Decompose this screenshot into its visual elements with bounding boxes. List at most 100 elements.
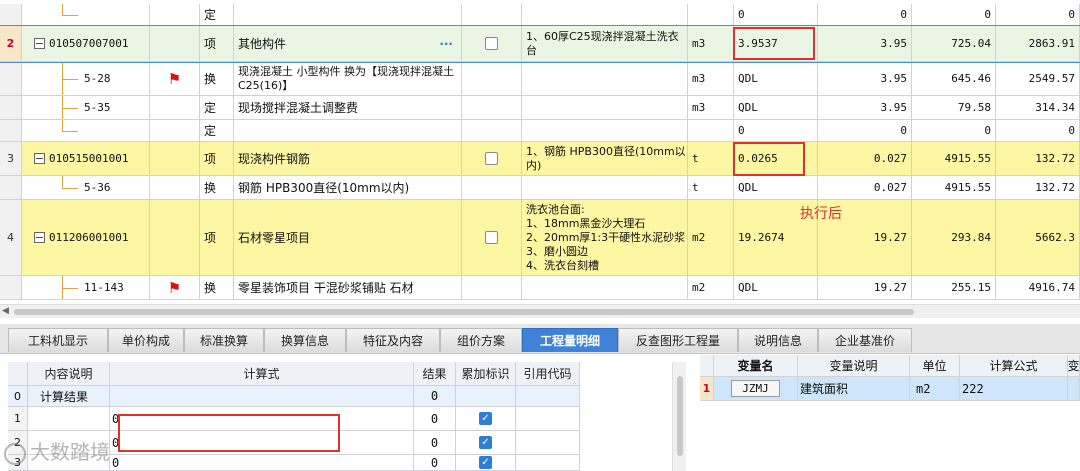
scrollbar-thumb[interactable] [14, 309, 914, 315]
ref-code-cell[interactable] [516, 455, 580, 471]
feature-cell[interactable] [522, 96, 688, 120]
tab-reverse-lookup[interactable]: 反查图形工程量 [618, 328, 738, 352]
tab-features[interactable]: 特征及内容 [346, 328, 440, 352]
unit-price-cell: 0 [912, 4, 996, 26]
feature-cell[interactable] [522, 62, 688, 96]
table-row[interactable]: 3 − 010515001001 项 现浇构件钢筋 1、钢筋 HPB300直径(… [0, 142, 1080, 176]
table-row-selected[interactable]: 2 − 010507007001 项 其他构件 ··· 1、60厚C25现浇拌混… [0, 25, 1080, 63]
table-row[interactable]: 5-35 定 现场搅拌混凝土调整费 m3 QDL 3.95 79.58 314.… [0, 96, 1080, 120]
tab-enterprise-baseline[interactable]: 企业基准价 [818, 328, 912, 352]
checkbox-cell [462, 4, 522, 26]
name-cell[interactable]: 现浇混凝土 小型构件 换为【现浇现拌混凝土C25(16)】 [234, 62, 462, 96]
horizontal-scrollbar[interactable]: ◀ [0, 304, 1080, 318]
accumulate-cell[interactable]: ✓ [456, 431, 516, 455]
name-cell[interactable]: 钢筋 HPB300直径(10mm以内) [234, 176, 462, 200]
code-cell[interactable]: − 010515001001 [22, 142, 150, 176]
col-ref-code-header: 引用代码 [516, 362, 580, 386]
collapse-icon[interactable]: − [34, 153, 45, 164]
tab-conversion-info[interactable]: 换算信息 [264, 328, 346, 352]
code-cell[interactable]: 5-28 [22, 62, 150, 96]
code-cell[interactable]: 5-35 [22, 96, 150, 120]
expression-cell[interactable]: QDL [734, 96, 818, 120]
table-row[interactable]: 定 0 0 0 0 [0, 4, 1080, 26]
feature-cell[interactable]: 1、钢筋 HPB300直径(10mm以内) [522, 142, 688, 176]
scroll-left-icon[interactable]: ◀ [2, 306, 9, 316]
table-row[interactable]: 5-36 换 钢筋 HPB300直径(10mm以内) t QDL 0.027 4… [0, 176, 1080, 200]
name-cell[interactable]: 现场搅拌混凝土调整费 [234, 96, 462, 120]
tab-description[interactable]: 说明信息 [738, 328, 818, 352]
scrollbar-thumb[interactable] [677, 376, 683, 456]
name-cell[interactable]: 现浇构件钢筋 [234, 142, 462, 176]
var-desc-cell[interactable]: 建筑面积 [798, 377, 910, 401]
table-row[interactable]: 5-28 ⚑ 换 现浇混凝土 小型构件 换为【现浇现拌混凝土C25(16)】 m… [0, 62, 1080, 96]
expression-cell[interactable]: QDL [734, 176, 818, 200]
collapse-icon[interactable]: − [34, 38, 45, 49]
row-checkbox[interactable] [485, 231, 498, 244]
checkbox-cell[interactable] [462, 200, 522, 276]
accumulate-cell[interactable]: ✓ [456, 455, 516, 471]
code-cell[interactable] [22, 120, 150, 142]
checkbox-checked-icon[interactable]: ✓ [479, 436, 492, 449]
code-cell[interactable]: − 010507007001 [22, 26, 150, 62]
code-cell[interactable]: 5-36 [22, 176, 150, 200]
code-cell[interactable] [22, 4, 150, 26]
name-cell[interactable]: 石材零星项目 [234, 200, 462, 276]
expression-cell[interactable]: 0 [734, 120, 818, 142]
var-name-button[interactable]: JZMJ [731, 380, 780, 397]
row-checkbox[interactable] [485, 37, 498, 50]
checkbox-cell[interactable] [462, 142, 522, 176]
feature-cell[interactable]: 1、60厚C25现浇拌混凝土洗衣台 [522, 26, 688, 62]
ref-code-cell[interactable] [516, 407, 580, 431]
table-row[interactable]: 0 计算结果 0 [8, 386, 584, 407]
flag-cell [150, 120, 200, 142]
tab-quantity-detail[interactable]: 工程量明细 [522, 328, 618, 352]
table-row[interactable]: 1 0 0 ✓ [8, 407, 584, 431]
feature-cell[interactable] [522, 120, 688, 142]
name-cell[interactable] [234, 4, 462, 26]
name-cell[interactable]: 其他构件 ··· [234, 26, 462, 62]
expression-cell[interactable]: 0 [734, 4, 818, 26]
expression-cell[interactable]: QDL [734, 276, 818, 300]
checkbox-checked-icon[interactable]: ✓ [479, 456, 492, 469]
expression-cell[interactable]: 0.0265 [734, 142, 818, 176]
feature-cell[interactable]: 洗衣池台面: 1、18mm黑金沙大理石 2、20mm厚1:3干硬性水泥砂浆 3、… [522, 200, 688, 276]
vertical-scrollbar[interactable] [672, 362, 686, 471]
table-row[interactable]: 4 − 011206001001 项 石材零星项目 洗衣池台面: 1、18mm黑… [0, 200, 1080, 276]
formula-cell[interactable]: 0 [110, 407, 414, 431]
feature-cell[interactable] [522, 276, 688, 300]
col-result-header: 结果 [414, 362, 456, 386]
tab-unit-price[interactable]: 单价构成 [108, 328, 184, 352]
checkbox-checked-icon[interactable]: ✓ [479, 412, 492, 425]
name-cell[interactable] [234, 120, 462, 142]
checkbox-cell[interactable] [462, 26, 522, 62]
tab-pricing-plan[interactable]: 组价方案 [440, 328, 522, 352]
tab-labor-material[interactable]: 工料机显示 [8, 328, 108, 352]
total-price-cell: 132.72 [996, 176, 1080, 200]
var-name-cell[interactable]: JZMJ [714, 377, 798, 401]
more-options-icon[interactable]: ··· [439, 37, 453, 51]
ref-code-cell[interactable] [516, 386, 580, 407]
formula-cell[interactable]: 0 [110, 455, 414, 471]
ref-code-cell[interactable] [516, 431, 580, 455]
desc-cell[interactable] [28, 407, 110, 431]
expression-cell[interactable]: 3.9537 [734, 26, 818, 62]
table-row[interactable]: 定 0 0 0 0 [0, 120, 1080, 142]
formula-cell[interactable]: 222 [960, 377, 1068, 401]
accumulate-cell[interactable] [456, 386, 516, 407]
table-row[interactable]: 11-143 ⚑ 换 零星装饰项目 干混砂浆铺贴 石材 m2 QDL 19.27… [0, 276, 1080, 300]
code-cell[interactable]: − 011206001001 [22, 200, 150, 276]
tab-standard-conversion[interactable]: 标准换算 [184, 328, 264, 352]
formula-cell[interactable] [110, 386, 414, 407]
feature-cell[interactable] [522, 176, 688, 200]
type-cell: 定 [200, 120, 234, 142]
desc-cell[interactable]: 计算结果 [28, 386, 110, 407]
expression-cell[interactable]: QDL [734, 62, 818, 96]
feature-cell[interactable] [522, 4, 688, 26]
row-checkbox[interactable] [485, 152, 498, 165]
formula-cell[interactable]: 0 [110, 431, 414, 455]
code-cell[interactable]: 11-143 [22, 276, 150, 300]
accumulate-cell[interactable]: ✓ [456, 407, 516, 431]
collapse-icon[interactable]: − [34, 232, 45, 243]
table-row[interactable]: 1 JZMJ 建筑面积 m2 222 [700, 377, 1080, 401]
name-cell[interactable]: 零星装饰项目 干混砂浆铺贴 石材 [234, 276, 462, 300]
